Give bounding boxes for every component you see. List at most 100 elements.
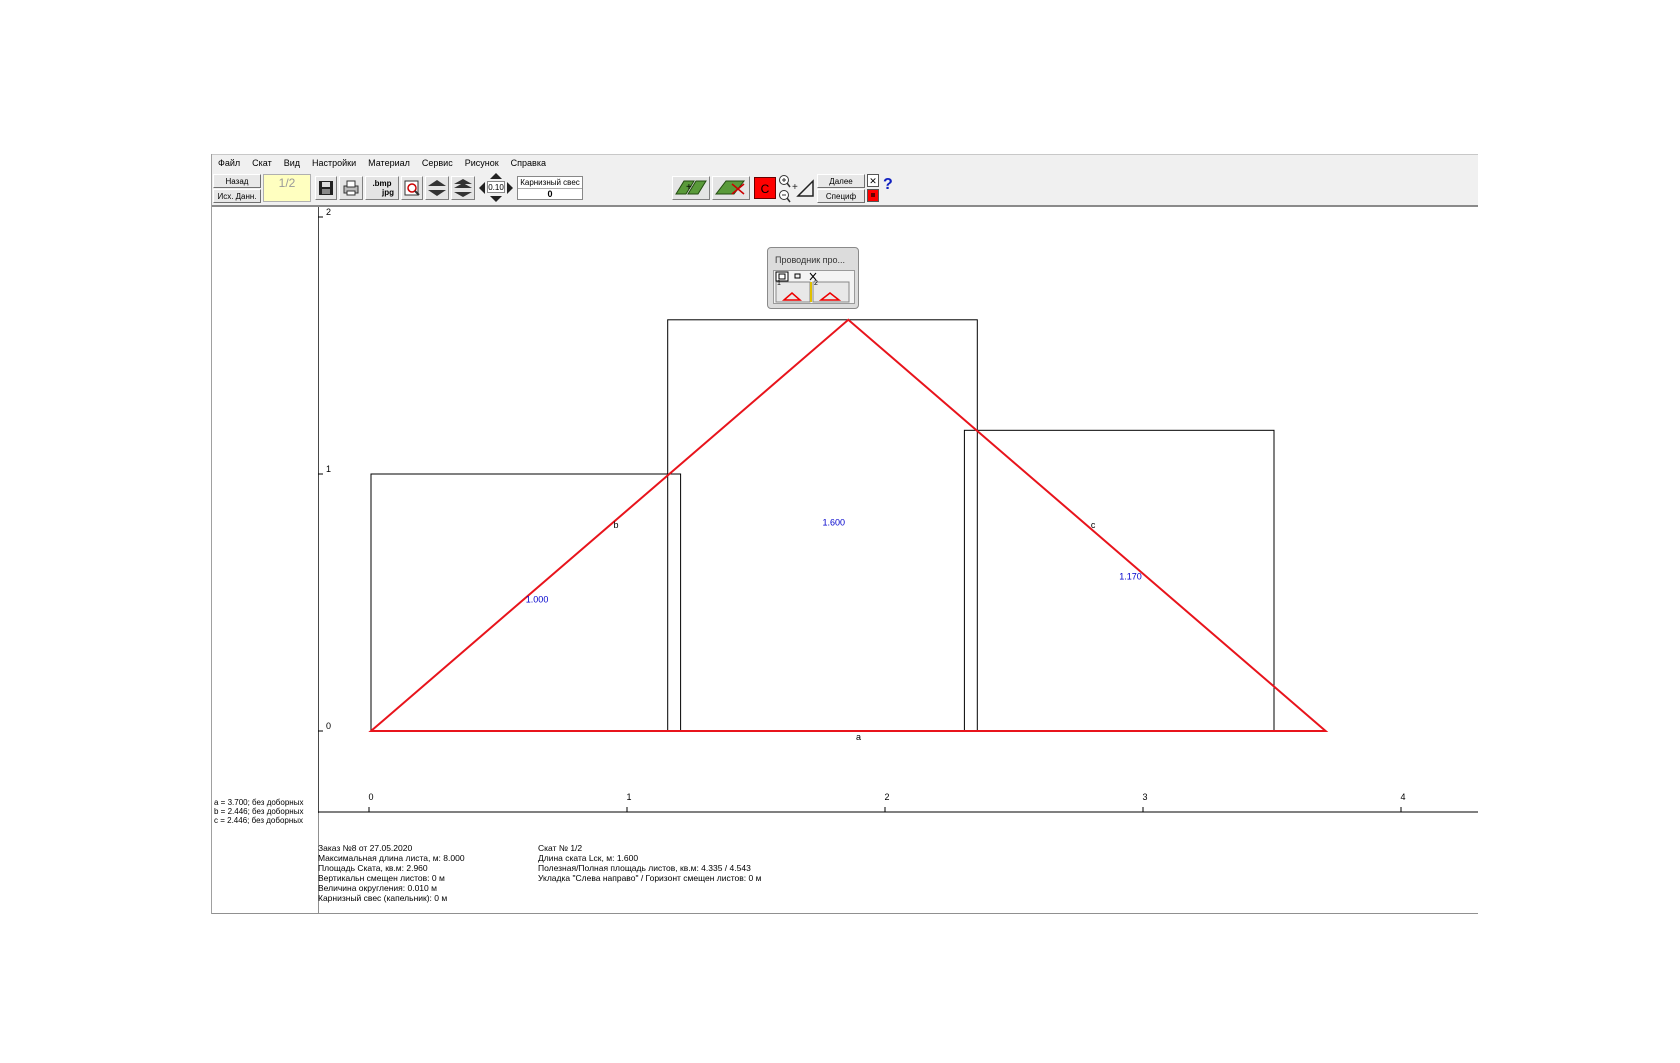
back-button[interactable]: Назад bbox=[213, 174, 261, 188]
green-sheet-scissors-icon bbox=[714, 180, 746, 195]
slope-area: Площадь Ската, кв.м: 2.960 bbox=[318, 863, 428, 873]
sheet-length-label: 1.600 bbox=[823, 517, 846, 527]
eaves-overhang-value: 0 bbox=[547, 189, 553, 199]
slope-triangle-outline[interactable] bbox=[368, 318, 1329, 732]
menu-slope[interactable]: Скат bbox=[246, 155, 278, 172]
magnifier-page-icon bbox=[404, 180, 420, 196]
x-tick-label: 1 bbox=[626, 792, 631, 802]
slope-length-info: Длина ската Lск, м: 1.600 bbox=[538, 853, 639, 863]
navigator-item-2-label: 2 bbox=[814, 280, 818, 287]
svg-text:+: + bbox=[686, 182, 692, 193]
step-value[interactable]: 0.10 bbox=[487, 181, 505, 193]
y-tick-label: 1 bbox=[326, 464, 331, 474]
side-label-c: c bbox=[1091, 520, 1096, 530]
double-arrows-icon bbox=[454, 179, 472, 197]
zoom-out-icon bbox=[779, 190, 791, 203]
y-tick-label: 0 bbox=[326, 721, 331, 731]
vertical-offset: Вертикальн смещен листов: 0 м bbox=[318, 873, 445, 883]
save-button[interactable] bbox=[315, 176, 337, 200]
source-data-button[interactable]: Исх. Данн. bbox=[213, 189, 261, 203]
x-tick-label: 2 bbox=[884, 792, 889, 802]
red-stop-icon bbox=[871, 193, 875, 197]
zoom-in-icon bbox=[779, 175, 791, 188]
triangle-right-icon bbox=[507, 182, 513, 194]
menu-bar: Файл Скат Вид Настройки Материал Сервис … bbox=[212, 154, 1478, 172]
zoom-out-button[interactable] bbox=[778, 189, 791, 203]
bmp-label: .bmp bbox=[372, 179, 392, 188]
side-label-b: b bbox=[614, 520, 619, 530]
floppy-icon bbox=[319, 181, 333, 195]
sheet-length-label: 1.170 bbox=[1119, 571, 1142, 581]
legend-line-a: a = 3.700; без доборных bbox=[214, 798, 304, 807]
order-info-block: Заказ №8 от 27.05.2020 Максимальная длин… bbox=[318, 843, 465, 903]
side-label-a: a bbox=[856, 732, 861, 742]
app-window: Файл Скат Вид Настройки Материал Сервис … bbox=[211, 154, 1478, 914]
y-tick-label: 2 bbox=[326, 207, 331, 217]
preview-button[interactable] bbox=[401, 176, 423, 200]
sheet-length-label: 1.000 bbox=[526, 595, 549, 605]
printer-icon bbox=[343, 180, 359, 196]
jpg-label: jpg bbox=[382, 188, 394, 197]
toolbar: Назад Исх. Данн. 1/2 .bmp jpg 0.10 Карни… bbox=[212, 172, 1478, 207]
legend-line-b: b = 2.446; без доборных bbox=[214, 807, 304, 816]
slope-number-field[interactable]: 1/2 bbox=[263, 174, 311, 202]
max-sheet-length: Максимальная длина листа, м: 8.000 bbox=[318, 853, 465, 863]
navigator-restore-icon[interactable] bbox=[792, 272, 804, 281]
navigator-title: Проводник про... bbox=[775, 255, 846, 265]
menu-settings[interactable]: Настройки bbox=[306, 155, 362, 172]
c-mode-button[interactable]: C bbox=[754, 177, 776, 199]
svg-text:+: + bbox=[792, 182, 798, 193]
zoom-in-button[interactable] bbox=[778, 174, 791, 188]
left-panel: a = 3.700; без доборных b = 2.446; без д… bbox=[212, 207, 319, 913]
specification-button[interactable]: Специф bbox=[817, 189, 865, 203]
step-control: 0.10 bbox=[487, 172, 505, 204]
slope-number-info: Скат № 1/2 bbox=[538, 843, 583, 853]
add-sheet-button[interactable]: + bbox=[672, 176, 710, 200]
navigator-slope-1[interactable] bbox=[775, 281, 811, 303]
menu-drawing[interactable]: Рисунок bbox=[459, 155, 505, 172]
move-all-button[interactable] bbox=[451, 176, 475, 200]
stop-button[interactable] bbox=[867, 189, 879, 202]
drawing-canvas[interactable]: 2 1 0 0 1 2 3 4 1.000 1.600 1.170 a b c bbox=[318, 207, 1478, 813]
outline-layer: 1.000 1.600 1.170 a b c bbox=[368, 318, 1329, 742]
axis-layer: 2 1 0 0 1 2 3 4 bbox=[318, 207, 1478, 813]
close-button[interactable]: ✕ bbox=[867, 174, 879, 187]
navigator-item-1-label: 1 bbox=[777, 280, 781, 287]
menu-help[interactable]: Справка bbox=[505, 155, 552, 172]
move-sheet-button[interactable] bbox=[425, 176, 449, 200]
triangle-up-icon[interactable] bbox=[487, 172, 505, 180]
next-button[interactable]: Далее bbox=[817, 174, 865, 188]
navigator-slope-2[interactable] bbox=[812, 281, 850, 303]
cut-sheet-button[interactable] bbox=[712, 176, 750, 200]
slope-info-block: Скат № 1/2 Длина ската Lск, м: 1.600 Пол… bbox=[538, 843, 761, 883]
sheet-area-info: Полезная/Полная площадь листов, кв.м: 4.… bbox=[538, 863, 751, 873]
arrows-up-down-icon bbox=[428, 180, 446, 196]
navigator-controls bbox=[775, 271, 850, 303]
laying-info: Укладка "Слева направо" / Горизонт смеще… bbox=[538, 873, 762, 883]
triangle-down-icon[interactable] bbox=[487, 195, 505, 203]
navigator-window[interactable]: Проводник про... 1 2 bbox=[767, 247, 859, 309]
x-tick-label: 0 bbox=[368, 792, 373, 802]
export-image-button[interactable]: .bmp jpg bbox=[365, 176, 399, 200]
eaves-overhang-label: Карнизный свес bbox=[518, 177, 582, 189]
menu-material[interactable]: Материал bbox=[362, 155, 416, 172]
window-bottom-border bbox=[212, 913, 1478, 914]
eaves-overhang-field[interactable]: Карнизный свес 0 bbox=[517, 176, 583, 200]
menu-service[interactable]: Сервис bbox=[416, 155, 459, 172]
print-button[interactable] bbox=[339, 176, 363, 200]
navigator-panel: 1 2 bbox=[773, 270, 855, 304]
step-right-button[interactable] bbox=[506, 181, 514, 195]
help-button[interactable]: ? bbox=[883, 176, 897, 194]
step-left-button[interactable] bbox=[478, 181, 486, 195]
rounding-value: Величина округления: 0.010 м bbox=[318, 883, 437, 893]
menu-file[interactable]: Файл bbox=[212, 155, 246, 172]
triangle-left-icon bbox=[479, 182, 485, 194]
order-info-line: Заказ №8 от 27.05.2020 bbox=[318, 843, 413, 853]
triangle-plus-icon: + bbox=[792, 179, 814, 197]
legend-line-c: c = 2.446; без доборных bbox=[214, 816, 304, 825]
add-triangle-button[interactable]: + bbox=[792, 178, 814, 198]
eaves-overhang-info: Карнизный свес (капельник): 0 м bbox=[318, 893, 448, 903]
x-tick-label: 4 bbox=[1400, 792, 1405, 802]
x-tick-label: 3 bbox=[1142, 792, 1147, 802]
menu-view[interactable]: Вид bbox=[278, 155, 306, 172]
